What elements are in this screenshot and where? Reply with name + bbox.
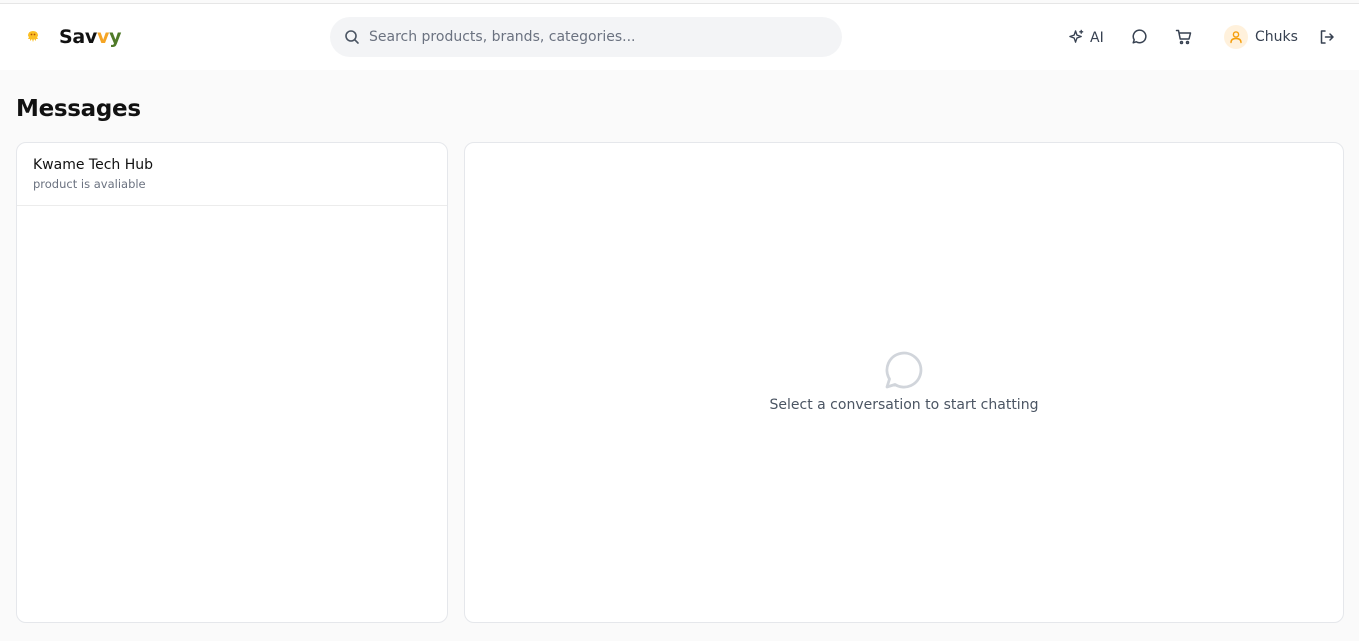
- ai-label: AI: [1090, 29, 1104, 46]
- cart-icon[interactable]: [1175, 28, 1193, 46]
- user-menu[interactable]: Chuks: [1224, 25, 1298, 49]
- search-bar: [330, 17, 842, 57]
- search-icon: [345, 30, 359, 44]
- empty-state-text: Select a conversation to start chatting: [769, 397, 1039, 413]
- logo-icon: [28, 31, 38, 42]
- top-nav: Savvy AI Chuks: [0, 4, 1359, 70]
- user-icon: [1230, 31, 1242, 44]
- empty-state: Select a conversation to start chatting: [465, 347, 1343, 413]
- user-name: Chuks: [1255, 29, 1298, 45]
- conversation-preview: product is avaliable: [33, 177, 146, 191]
- chat-panel: Select a conversation to start chatting: [464, 142, 1344, 623]
- logout-icon[interactable]: [1318, 28, 1336, 46]
- avatar: [1224, 25, 1248, 49]
- ai-button[interactable]: AI: [1068, 29, 1104, 46]
- conversation-item[interactable]: Kwame Tech Hub product is avaliable: [17, 143, 447, 206]
- logo[interactable]: Savvy: [24, 26, 121, 48]
- conversation-list: Kwame Tech Hub product is avaliable: [16, 142, 448, 623]
- page-title: Messages: [16, 96, 141, 122]
- search-input[interactable]: [369, 29, 829, 45]
- conversation-name: Kwame Tech Hub: [33, 157, 154, 173]
- chat-bubble-icon: [885, 351, 923, 389]
- brand-name: Savvy: [59, 26, 122, 48]
- sparkle-icon: [1069, 29, 1084, 43]
- chat-icon[interactable]: [1130, 28, 1148, 46]
